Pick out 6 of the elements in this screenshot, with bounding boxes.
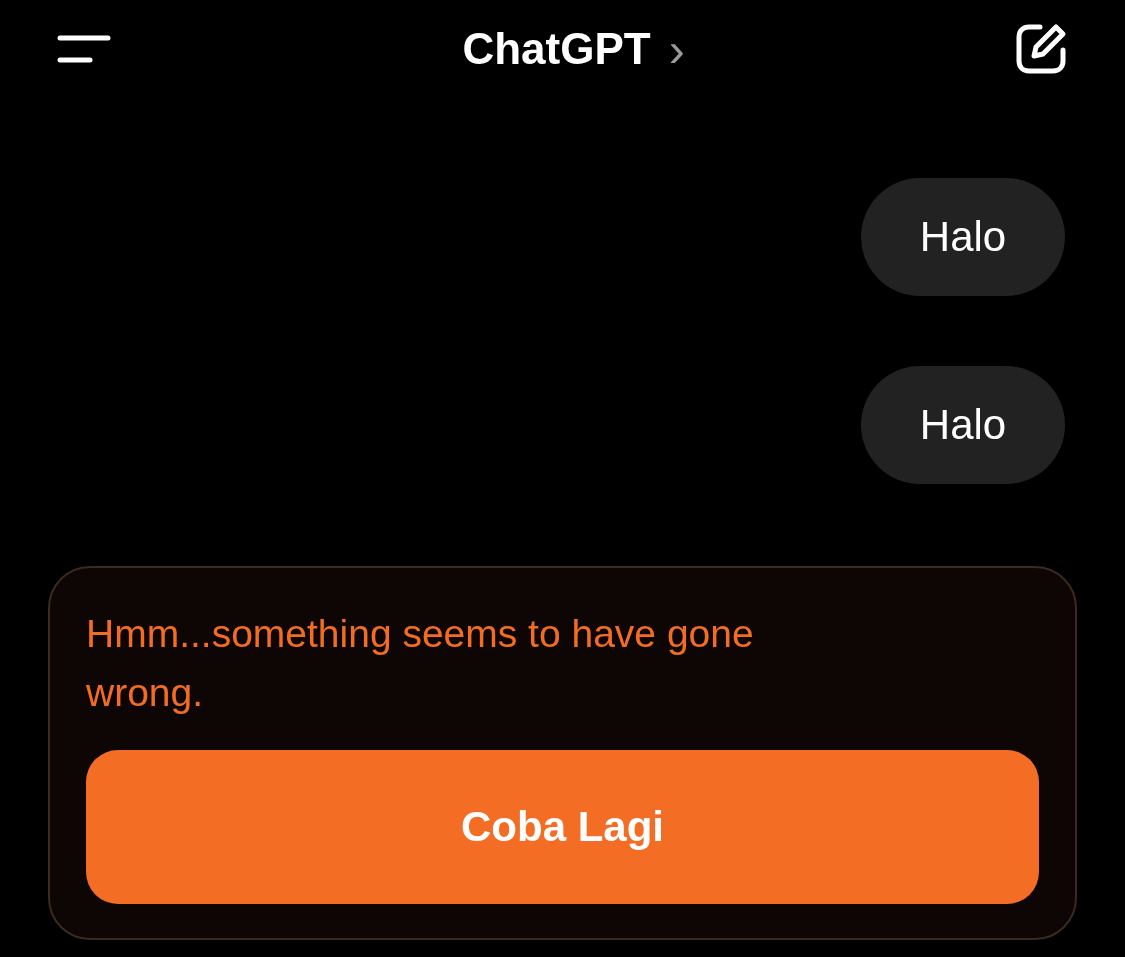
model-selector[interactable]: ChatGPT › <box>462 21 685 77</box>
menu-icon[interactable] <box>57 34 111 64</box>
new-chat-icon[interactable] <box>1014 22 1068 76</box>
error-message: Hmm...something seems to have gone wrong. <box>86 611 755 716</box>
user-message-bubble: Halo <box>861 178 1065 296</box>
user-message-bubble: Halo <box>861 366 1065 484</box>
